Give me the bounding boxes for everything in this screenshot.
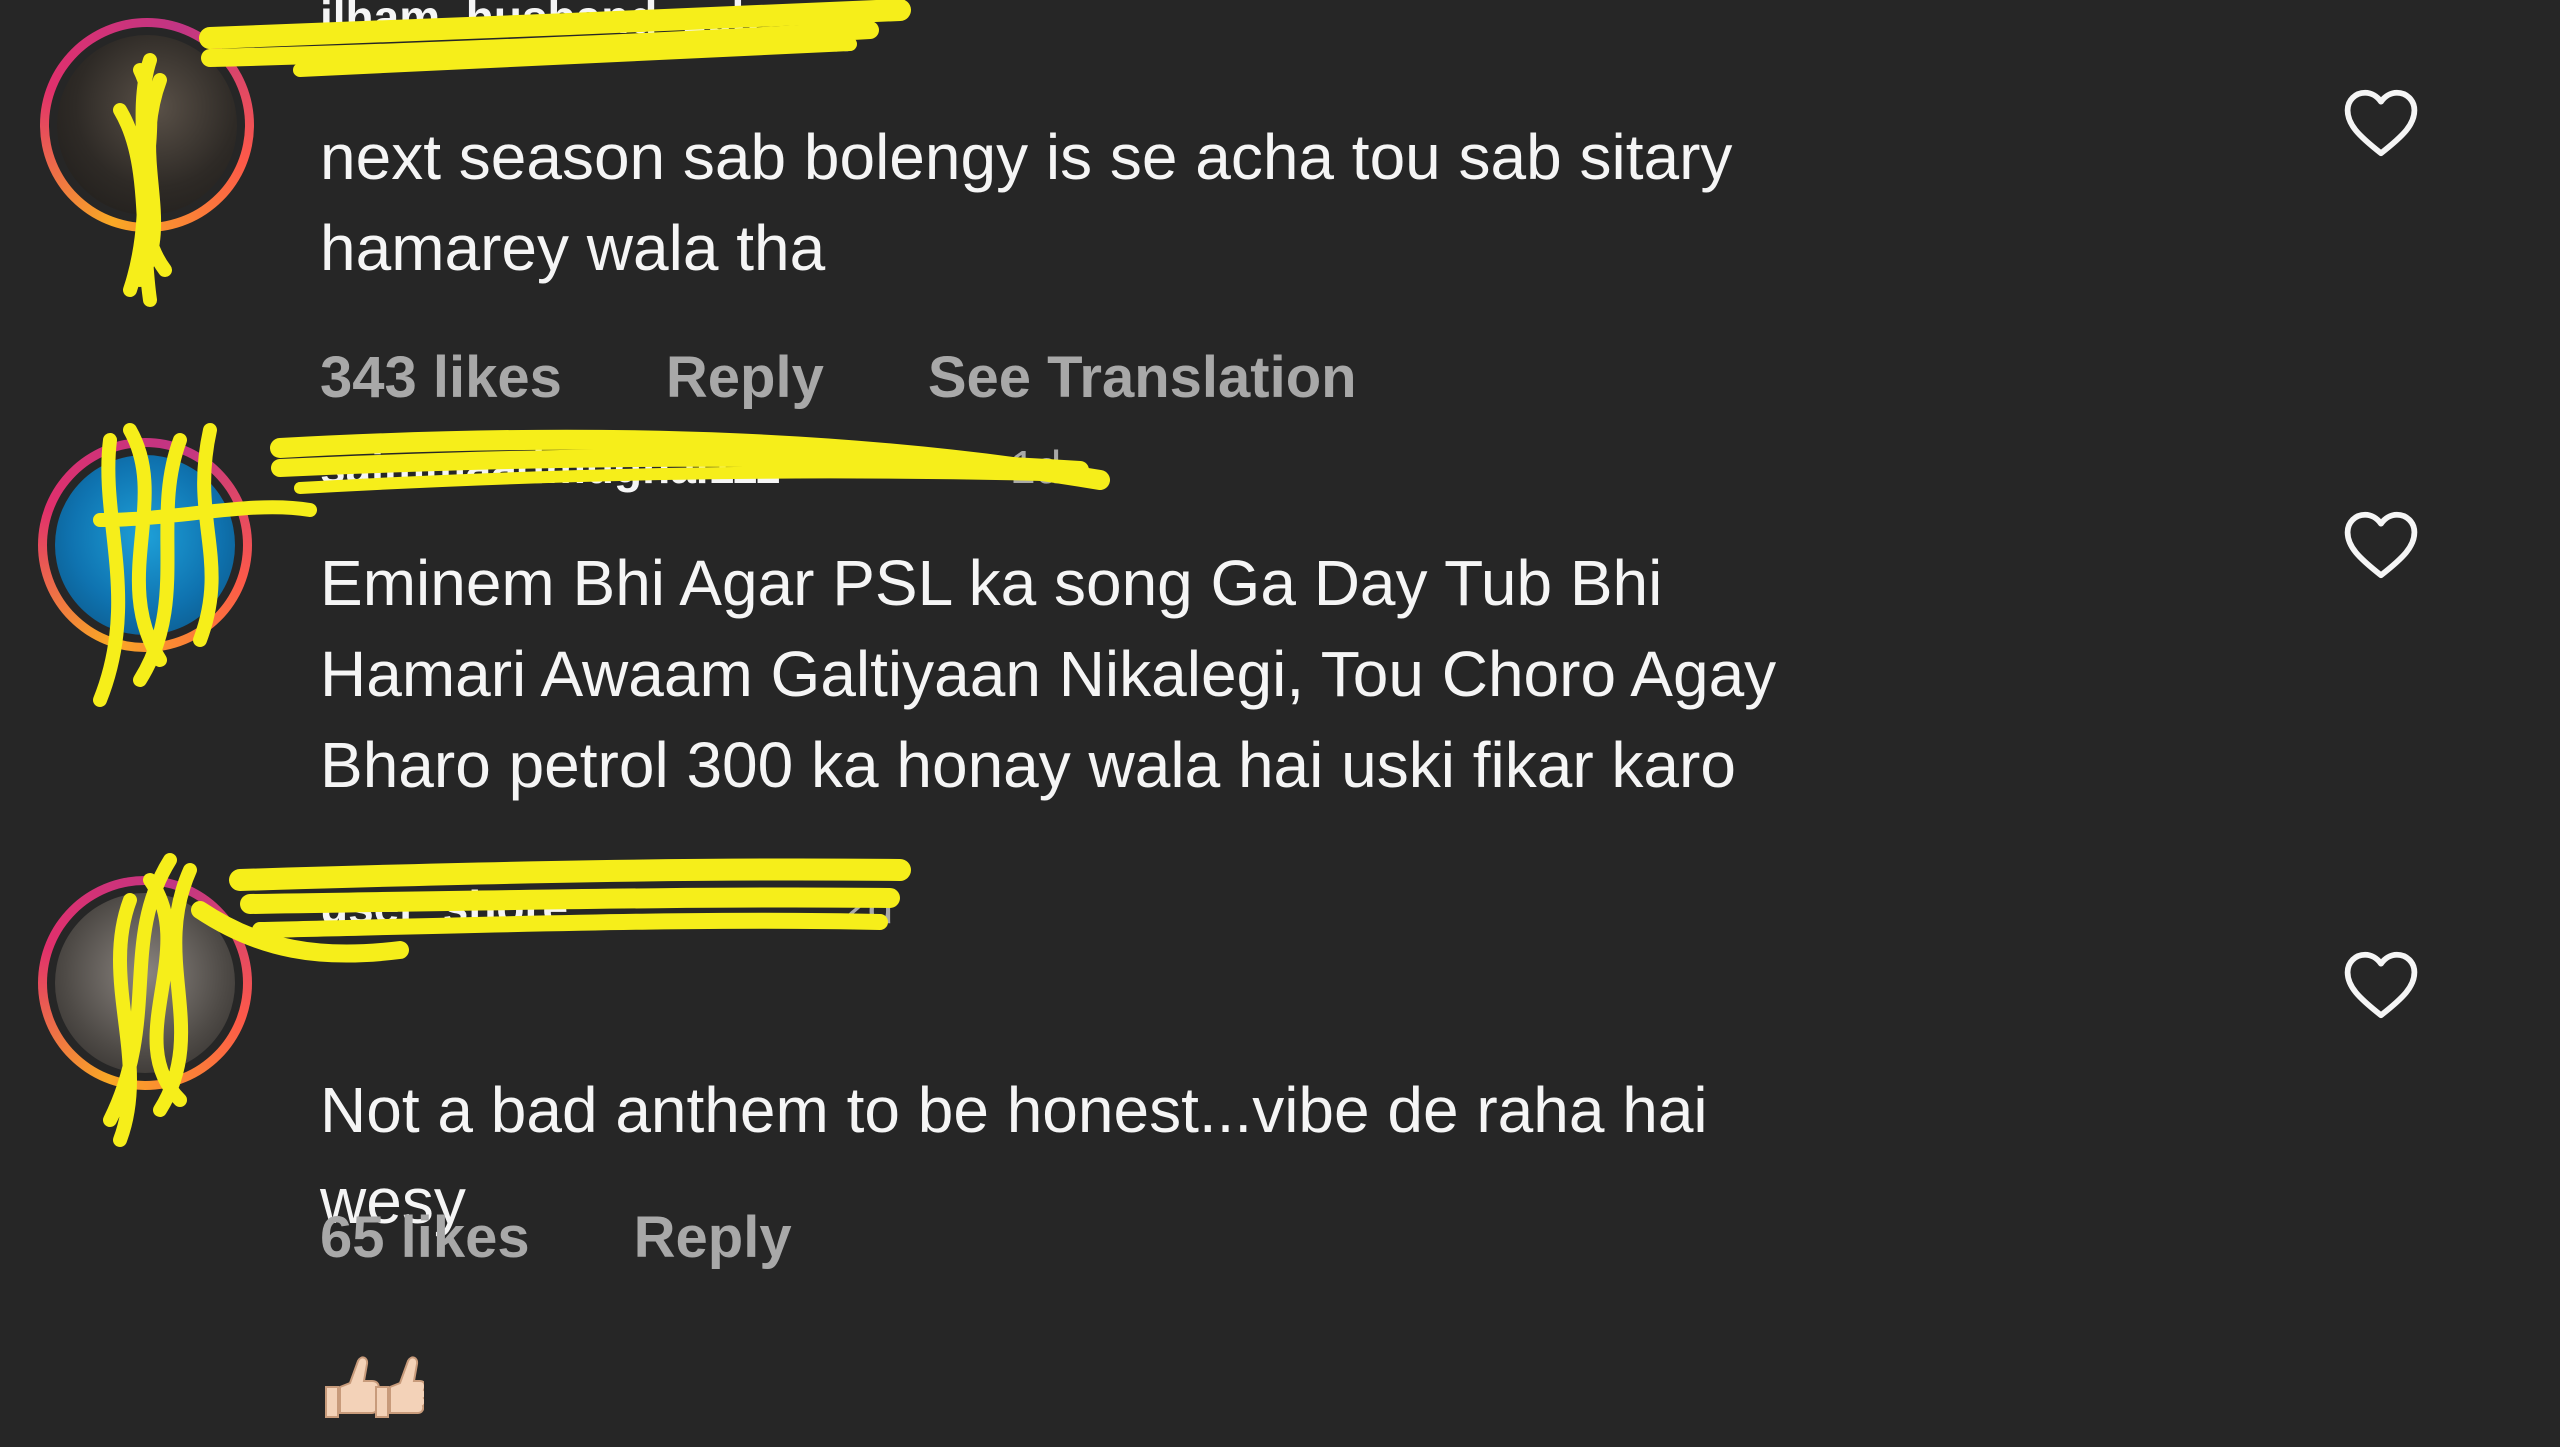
comment-text: next season sab bolengy is se acha tou s… [320, 121, 1733, 284]
likes-count[interactable]: 65 likes [320, 1205, 530, 1270]
see-translation-button[interactable]: See Translation [928, 345, 1357, 410]
avatar[interactable] [40, 18, 254, 232]
comment-text: Eminem Bhi Agar PSL ka song Ga Day Tub B… [320, 547, 1777, 801]
comment-actions: 343 likes Reply See Translation [320, 344, 1461, 411]
reply-button[interactable]: Reply [634, 1205, 792, 1270]
username[interactable]: ilham_husband_zeb [320, 0, 760, 44]
reply-button[interactable]: Reply [666, 345, 824, 410]
timestamp: 2d [842, 881, 894, 933]
heart-icon[interactable] [2342, 950, 2420, 1020]
avatar[interactable] [38, 876, 252, 1090]
comment-actions: 65 likes Reply [320, 1204, 896, 1271]
likes-count[interactable]: 343 likes [320, 345, 562, 410]
avatar[interactable] [38, 438, 252, 652]
timestamp: 1d [1010, 441, 1062, 493]
username[interactable]: saimmaadmughal111 [320, 440, 780, 494]
comment-text: Not a bad anthem to be honest...vibe de … [320, 974, 2320, 1419]
heart-icon[interactable] [2342, 510, 2420, 580]
username[interactable]: user_shore [320, 880, 568, 934]
timestamp: 2d [800, 9, 852, 61]
heart-icon[interactable] [2342, 88, 2420, 158]
